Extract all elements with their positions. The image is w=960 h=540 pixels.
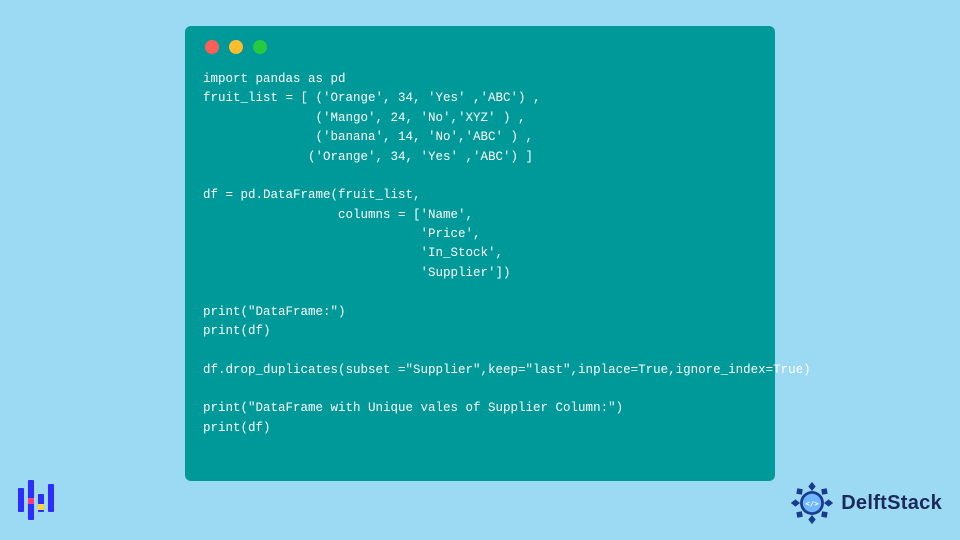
- brand-name: DelftStack: [841, 492, 942, 515]
- window-minimize-icon: [229, 40, 243, 54]
- window-traffic-lights: [205, 40, 757, 54]
- code-window: import pandas as pd fruit_list = [ ('Ora…: [185, 26, 775, 481]
- code-block: import pandas as pd fruit_list = [ ('Ora…: [203, 70, 757, 438]
- bars-logo-icon: [18, 480, 58, 520]
- gear-icon: </>: [789, 480, 835, 526]
- window-close-icon: [205, 40, 219, 54]
- brand-logo: </> DelftStack: [789, 480, 942, 526]
- window-zoom-icon: [253, 40, 267, 54]
- svg-text:</>: </>: [806, 499, 820, 508]
